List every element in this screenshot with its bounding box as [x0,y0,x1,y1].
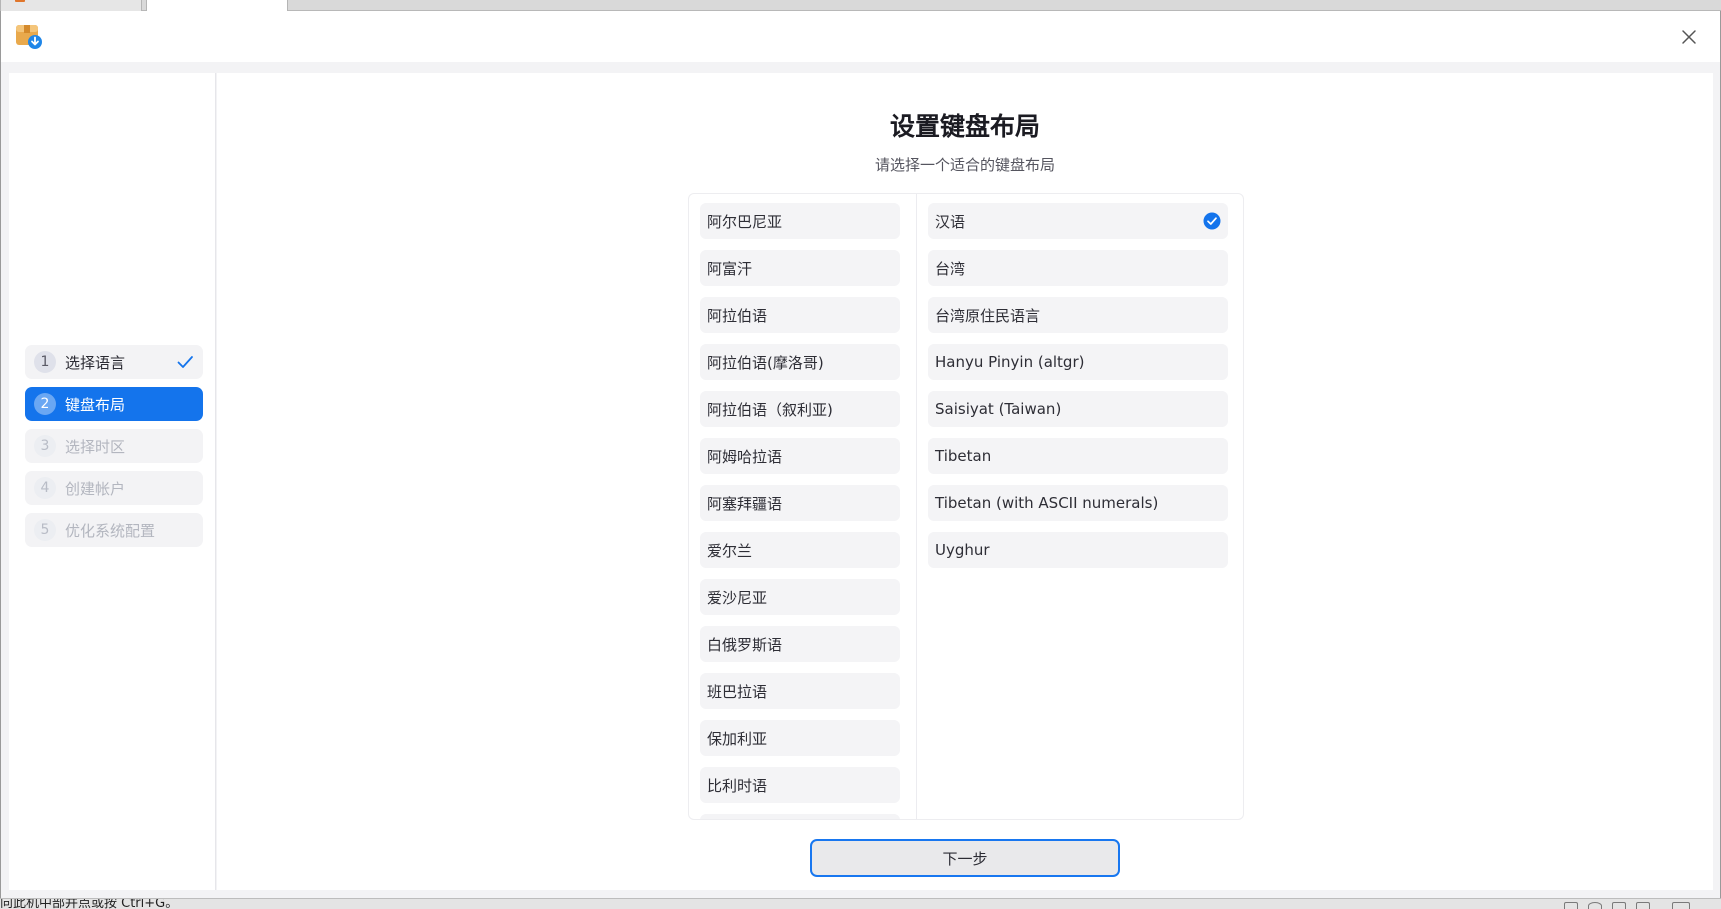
sidebar-step-4: 4 创建帐户 [25,471,203,505]
variant-item[interactable]: 汉语 [928,203,1228,239]
step-label: 选择时区 [65,437,126,456]
variant-item[interactable]: 台湾原住民语言 [928,297,1228,333]
variant-item[interactable]: Uyghur [928,532,1228,568]
language-item[interactable]: 保加利亚 [700,720,900,756]
screen: 1 选择语言 2 键盘布局 3 选择时区 4 创建帐户 5 优化系统配置 设置键盘布局 请选择一个… [0,0,1721,909]
sidebar-step-2[interactable]: 2 键盘布局 [25,387,203,421]
variant-item[interactable]: Hanyu Pinyin (altgr) [928,344,1228,380]
language-list[interactable]: 阿尔巴尼亚阿富汗阿拉伯语阿拉伯语(摩洛哥) 阿拉伯语（叙利亚) 阿姆哈拉语阿塞拜疆语… [700,194,900,819]
variant-label: Tibetan [935,447,992,465]
language-item[interactable]: 阿姆哈拉语 [700,438,900,474]
tray-icon[interactable] [1564,902,1578,909]
tray-icon[interactable] [1636,902,1650,909]
variant-item[interactable]: Tibetan (with ASCII numerals) [928,485,1228,521]
host-tab-1[interactable] [0,0,142,11]
language-item[interactable]: 阿富汗 [700,250,900,286]
host-status-bar: 向此机中部并点或按 Ctrl+G。 [0,898,1721,909]
list-divider [916,194,917,819]
tray-icon[interactable] [1672,902,1690,909]
package-download-icon [16,25,42,49]
host-tab-strip [0,0,1721,11]
step-number: 3 [34,435,56,457]
language-item[interactable]: 爱沙尼亚 [700,579,900,615]
language-item[interactable]: 阿尔巴尼亚 [700,203,900,239]
step-number: 2 [34,393,56,415]
language-item[interactable]: 比利时语 [700,767,900,803]
variant-label: Uyghur [935,541,990,559]
step-label: 选择语言 [65,353,126,372]
variant-label: 台湾原住民语言 [935,306,1041,325]
steps-sidebar: 1 选择语言 2 键盘布局 3 选择时区 4 创建帐户 5 优化系统配置 [9,73,216,890]
variant-item[interactable]: Saisiyat (Taiwan) [928,391,1228,427]
language-item[interactable]: 班巴拉语 [700,673,900,709]
language-item[interactable]: 阿拉伯语 [700,297,900,333]
sidebar-step-3: 3 选择时区 [25,429,203,463]
host-tab-icon [15,0,25,2]
variant-item[interactable]: Tibetan [928,438,1228,474]
step-number: 5 [34,519,56,541]
variant-label: Hanyu Pinyin (altgr) [935,353,1085,371]
variant-item[interactable]: 台湾 [928,250,1228,286]
language-item[interactable]: 阿拉伯语(摩洛哥) [700,344,900,380]
variant-label: 汉语 [935,212,966,231]
selected-check-icon [1203,212,1221,230]
language-item[interactable]: 阿拉伯语（叙利亚) [700,391,900,427]
language-item[interactable]: 爱尔兰 [700,532,900,568]
tray-icon[interactable] [1612,902,1626,909]
tray-icon[interactable] [1588,902,1602,909]
sidebar-step-5: 5 优化系统配置 [25,513,203,547]
page-subtitle: 请选择一个适合的键盘布局 [874,156,1055,174]
step-number: 4 [34,477,56,499]
variant-label: Saisiyat (Taiwan) [935,400,1062,418]
title-bar [1,11,1720,62]
variant-label: Tibetan (with ASCII numerals) [935,494,1159,512]
host-status-text: 向此机中部并点或按 Ctrl+G。 [0,898,179,909]
variant-list[interactable]: 汉语台湾台湾原住民语言 Hanyu Pinyin (altgr) Saisiyat … [928,194,1228,819]
main-panel: 设置键盘布局 请选择一个适合的键盘布局 阿尔巴尼亚阿富汗阿拉伯语阿拉伯语(摩洛哥… [217,73,1713,890]
language-item[interactable]: 阿塞拜疆语 [700,485,900,521]
installer-window: 1 选择语言 2 键盘布局 3 选择时区 4 创建帐户 5 优化系统配置 设置键盘布局 请选择一个… [0,11,1721,898]
keyboard-layout-lists: 阿尔巴尼亚阿富汗阿拉伯语阿拉伯语(摩洛哥) 阿拉伯语（叙利亚) 阿姆哈拉语阿塞拜疆语… [688,193,1244,820]
language-item[interactable]: 白俄罗斯语 [700,626,900,662]
page-title: 设置键盘布局 [889,112,1040,141]
next-button[interactable]: 下一步 [810,839,1120,877]
step-number: 1 [34,351,56,373]
sidebar-step-1[interactable]: 1 选择语言 [25,345,203,379]
checkmark-icon [177,356,193,368]
host-tab-2[interactable] [146,0,288,11]
variant-label: 台湾 [935,259,966,278]
step-label: 优化系统配置 [65,521,156,540]
close-icon[interactable] [1678,26,1700,48]
step-label: 创建帐户 [65,479,126,498]
step-label: 键盘布局 [65,395,126,414]
language-item-clipped[interactable] [700,814,900,819]
